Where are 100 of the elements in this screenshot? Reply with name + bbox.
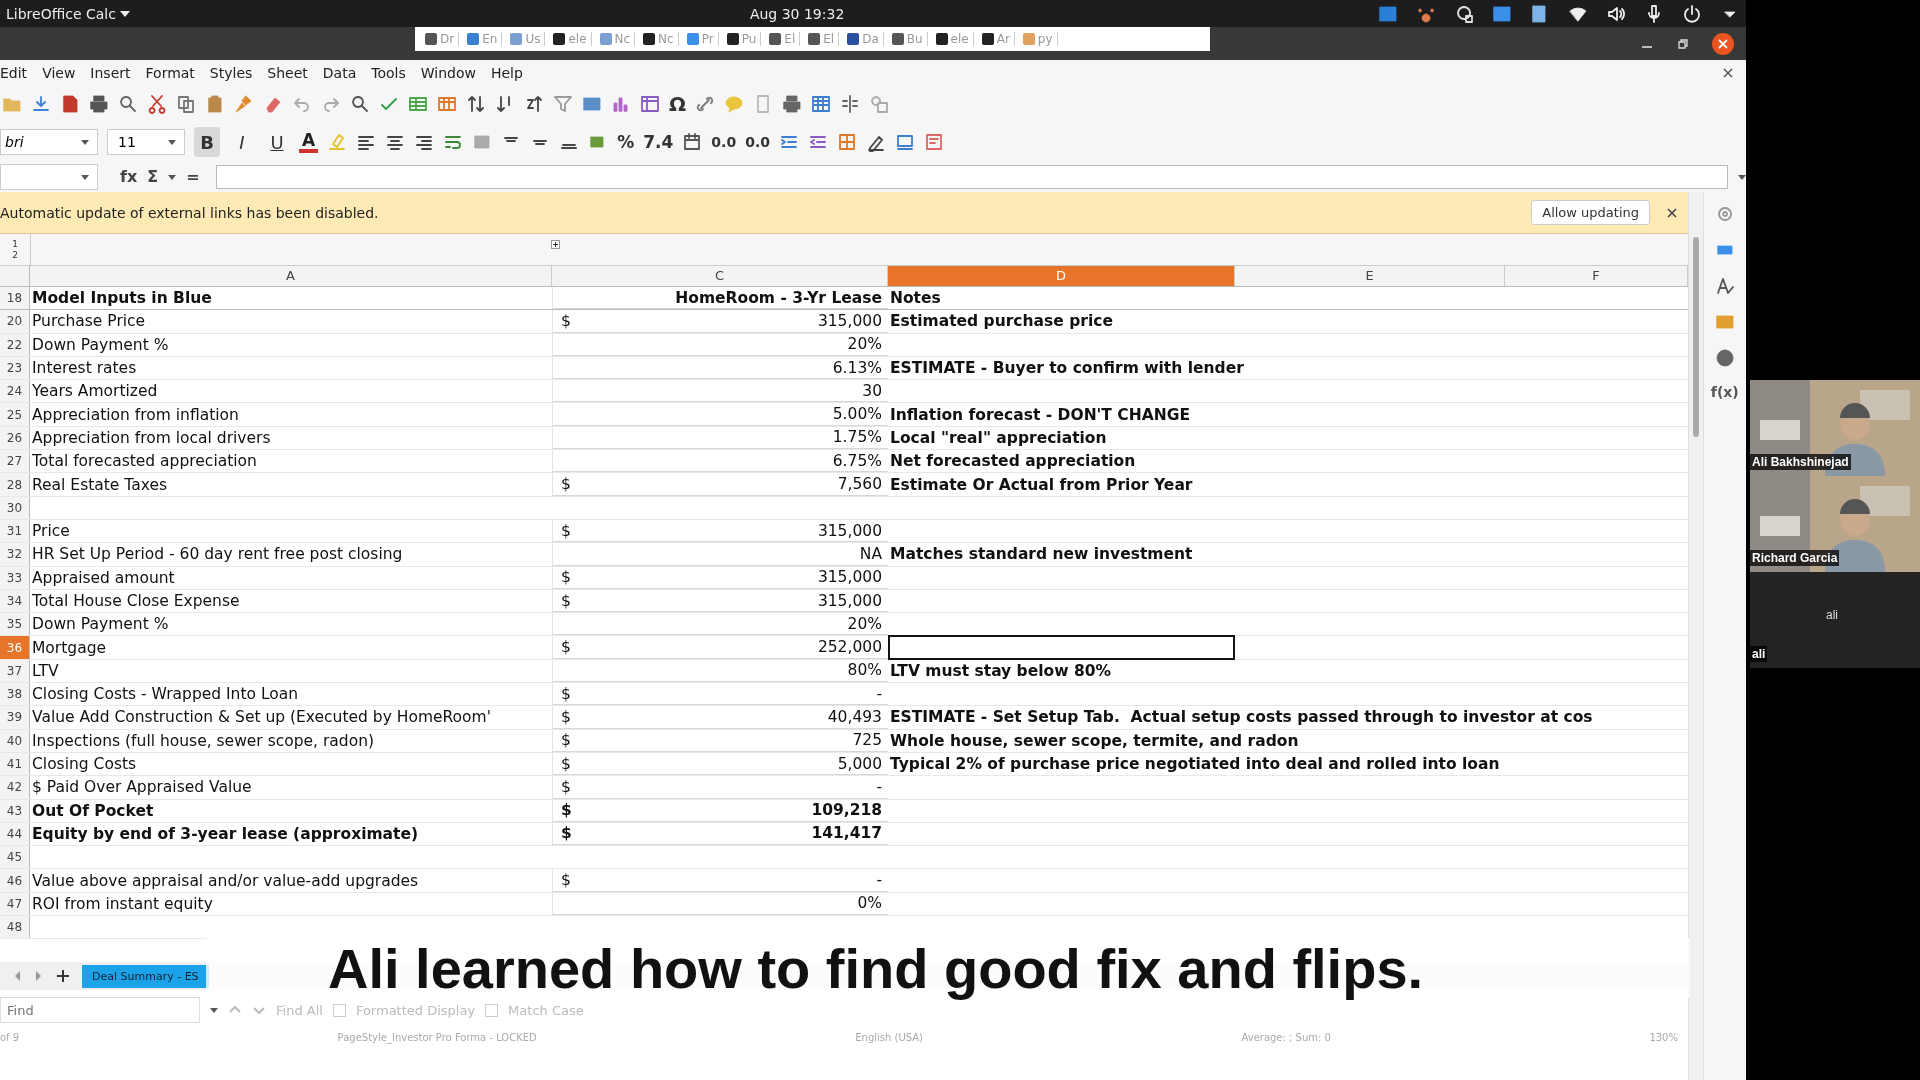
row-header[interactable]: 43 [0,799,30,822]
format-button[interactable]: I [229,127,255,157]
column-header[interactable]: E [1235,266,1505,286]
close-icon[interactable] [1712,33,1734,55]
calendar-icon[interactable] [682,132,703,152]
menu-item[interactable]: Data [320,64,366,81]
app-menu[interactable]: LibreOffice Calc [6,5,116,22]
menu-item[interactable]: Tools [369,64,415,81]
row-header[interactable]: 39 [0,706,30,729]
row-header[interactable]: 23 [0,356,30,380]
row-header[interactable]: 35 [0,613,30,636]
add-decimal-button[interactable]: 0.0 [711,134,737,150]
styles-icon[interactable] [1714,276,1735,296]
scrollbar-thumb[interactable] [1693,237,1699,437]
link-icon[interactable] [695,94,715,114]
menu-item[interactable]: Insert [88,64,140,81]
row-header[interactable]: 26 [0,426,30,450]
row-header[interactable]: 42 [0,776,30,799]
row-header[interactable]: 25 [0,403,30,426]
outline-level-button[interactable]: 2 [12,249,18,261]
row-header[interactable]: 48 [0,916,30,939]
split-icon[interactable] [840,94,860,114]
dropdown-icon[interactable] [81,172,89,181]
search-icon[interactable] [350,94,370,114]
close-icon[interactable] [1666,206,1678,219]
checkbox[interactable] [332,1003,346,1017]
function-wizard-button[interactable]: fx [120,167,138,186]
row-header[interactable]: 31 [0,519,30,543]
format-button[interactable]: B [194,127,220,157]
row-header[interactable]: 30 [0,496,30,519]
number-format-button[interactable]: 7.4 [643,132,674,152]
row-header[interactable]: 44 [0,822,30,846]
sum-button[interactable]: Σ [147,167,159,186]
allow-updating-button[interactable]: Allow updating [1531,200,1650,225]
percent-format-button[interactable]: % [617,132,635,152]
pivot-table-icon[interactable] [640,94,660,114]
row-header[interactable]: 41 [0,752,30,776]
row-header[interactable]: 38 [0,683,30,706]
restore-icon[interactable] [1676,37,1690,51]
font-color-button[interactable]: A [299,131,319,153]
table-icon[interactable] [437,94,457,114]
font-size-field[interactable]: 11 [107,129,185,155]
menu-item[interactable]: Styles [207,64,262,81]
clock[interactable]: Aug 30 19:32 [749,5,845,22]
sheet-tab[interactable]: Deal Summary - ES [82,964,209,988]
download-icon[interactable] [31,94,51,114]
printer-icon[interactable] [782,94,802,114]
row-header[interactable]: 20 [0,310,30,333]
delete-decimal-button[interactable]: 0.0 [745,134,770,150]
border-color-icon[interactable] [894,132,915,152]
row-header[interactable]: 47 [0,892,30,915]
grid-icon[interactable] [811,94,831,114]
row-header[interactable]: 27 [0,450,30,473]
scissors-icon[interactable] [147,94,167,114]
row-header[interactable]: 37 [0,659,30,683]
format-button[interactable]: U [264,127,290,157]
formula-input[interactable] [215,164,1728,189]
functions-button[interactable]: f(x) [1710,384,1739,400]
column-header[interactable]: A [30,266,552,286]
row-header[interactable]: 32 [0,543,30,566]
menu-item[interactable]: View [40,64,85,81]
formula-button[interactable]: = [186,167,200,186]
dropdown-icon[interactable] [1738,172,1746,181]
row-header[interactable]: 45 [0,846,30,869]
power-icon[interactable] [1682,3,1702,24]
outline-level-button[interactable]: 1 [12,238,18,250]
row-header[interactable]: 24 [0,380,30,403]
printer-icon[interactable] [89,94,109,114]
add-sheet-icon[interactable] [56,969,70,983]
magnifier-icon[interactable] [118,94,138,114]
checkbox[interactable] [485,1003,499,1017]
find-field[interactable]: Find [0,997,200,1023]
copy-icon[interactable] [176,94,196,114]
funnel-icon[interactable] [553,94,573,114]
borders-icon[interactable] [836,132,857,152]
row-header[interactable]: 34 [0,589,30,613]
close-icon[interactable] [1722,66,1734,79]
dropdown-icon[interactable] [168,172,177,181]
special-character-button[interactable]: Ω [669,92,686,116]
dropdown-icon[interactable] [119,9,130,18]
row-header[interactable]: 33 [0,566,30,589]
font-name-field[interactable]: bri [0,129,98,155]
expand-icon[interactable] [551,240,560,249]
conditional-format-icon[interactable] [923,132,944,152]
sort-icon[interactable] [524,94,544,114]
bar-chart-icon[interactable] [611,94,631,114]
dropdown-icon[interactable] [210,1006,218,1014]
menu-item[interactable]: Format [143,64,204,81]
lock-icon[interactable] [1454,3,1474,24]
row-header[interactable]: 28 [0,473,30,496]
menu-item[interactable]: Help [488,64,532,81]
menu-item[interactable]: Sheet [265,64,317,81]
row-header[interactable]: 46 [0,869,30,892]
table-icon[interactable] [408,94,428,114]
row-header[interactable]: 22 [0,333,30,356]
row-header[interactable]: 18 [0,287,30,310]
menu-item[interactable]: Edit [0,64,37,81]
sort-icon[interactable] [466,94,486,114]
row-header[interactable]: 40 [0,729,30,752]
dropdown-icon[interactable] [168,138,176,146]
